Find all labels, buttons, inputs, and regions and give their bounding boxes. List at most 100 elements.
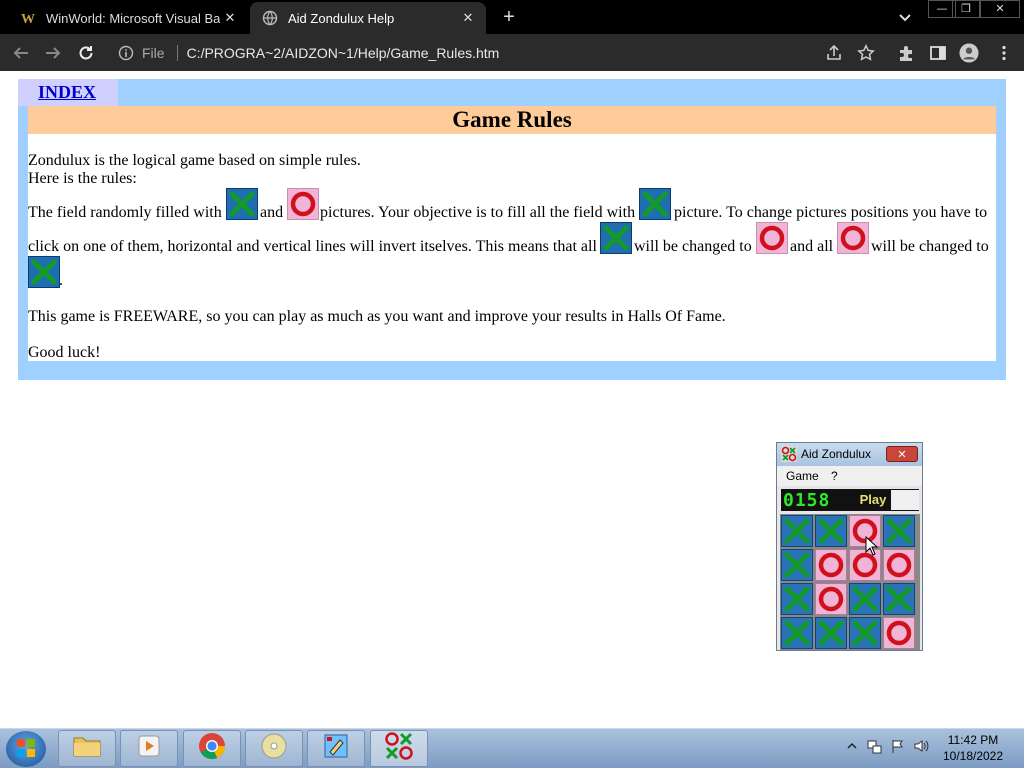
o-icon [818,552,844,578]
taskbar-chrome[interactable] [183,730,241,767]
forward-icon[interactable] [42,42,64,64]
board-cell-x[interactable] [849,583,881,615]
back-icon[interactable] [10,42,32,64]
o-icon [886,620,912,646]
board-cell-x[interactable] [849,617,881,649]
disc-icon [260,732,288,765]
svg-text:W: W [21,12,35,26]
close-window-button[interactable]: ✕ [980,0,1020,18]
address-bar[interactable]: File C:/PROGRA~2/AIDZON~1/Help/Game_Rule… [108,38,848,67]
tab-close-icon[interactable]: ✕ [458,10,478,26]
board-cell-x[interactable] [815,515,847,547]
tab-aid-zondulux-help[interactable]: Aid Zondulux Help ✕ [250,2,486,34]
rules-text: and [260,204,284,221]
winworld-favicon-icon: W [20,10,36,26]
mouse-cursor-icon [865,535,879,561]
good-luck-text: Good luck! [28,344,101,361]
share-icon[interactable] [824,43,844,63]
info-icon[interactable] [118,45,134,61]
page-title: Game Rules [28,106,996,134]
browser-toolbar: File C:/PROGRA~2/AIDZON~1/Help/Game_Rule… [0,34,1024,71]
game-menubar: Game ? [777,466,922,486]
show-hidden-icons-icon[interactable] [845,739,859,753]
x-icon [784,620,810,646]
rules-text: pictures. Your objective is to fill all … [320,204,636,221]
tab-title: WinWorld: Microsoft Visual Basic [46,10,220,26]
taskbar-media-player[interactable] [120,730,178,767]
tab-winworld[interactable]: W WinWorld: Microsoft Visual Basic ✕ [8,2,248,34]
profile-avatar-icon[interactable] [959,43,979,63]
zondulux-app-icon [781,446,797,462]
menu-help[interactable]: ? [831,469,838,483]
rules-heading: Here is the rules: [28,170,137,187]
clock-date: 10/18/2022 [942,749,1004,763]
x-icon [818,518,844,544]
board-cell-x[interactable] [883,515,915,547]
tab-close-icon[interactable]: ✕ [220,10,240,26]
divider [176,44,178,61]
timer-display: 0158 [783,490,831,511]
taskbar-clock[interactable]: 11:42 PM 10/18/2022 [940,732,1006,764]
x-icon [852,586,878,612]
board-cell-x[interactable] [883,583,915,615]
start-button[interactable] [6,731,46,767]
x-icon [784,586,810,612]
status-blank [891,490,919,510]
board-cell-x[interactable] [781,549,813,581]
extensions-icon[interactable] [896,43,916,63]
x-icon [886,518,912,544]
folder-icon [72,733,102,764]
board-cell-o[interactable] [883,549,915,581]
new-tab-button[interactable]: + [498,6,520,28]
zondulux-icon [384,731,414,766]
board-cell-x[interactable] [781,583,813,615]
volume-icon[interactable] [914,739,929,753]
x-icon [784,518,810,544]
x-icon [886,586,912,612]
board-cell-o[interactable] [815,583,847,615]
taskbar: 11:42 PM 10/18/2022 [0,728,1024,768]
board-cell-x[interactable] [781,617,813,649]
x-icon [852,620,878,646]
side-panel-icon[interactable] [928,43,948,63]
menu-kebab-icon[interactable] [994,43,1014,63]
play-button[interactable]: Play [857,490,889,510]
board-cell-o[interactable] [815,549,847,581]
tab-strip: W WinWorld: Microsoft Visual Basic ✕ Aid… [0,0,1024,34]
globe-icon [262,10,278,26]
clock-time: 11:42 PM [947,733,999,747]
game-titlebar[interactable]: Aid Zondulux ✕ [777,443,922,466]
rules-text: picture. To change pictures positions yo… [674,204,988,221]
o-tile-icon [837,222,869,254]
reload-icon[interactable] [75,42,97,64]
menu-game[interactable]: Game [786,469,819,483]
taskbar-zondulux[interactable] [370,730,428,767]
taskbar-disc[interactable] [245,730,303,767]
network-icon[interactable] [867,739,882,754]
action-center-flag-icon[interactable] [891,739,905,753]
board-cell-x[interactable] [815,617,847,649]
rules-text: and all [790,238,834,255]
game-window: Aid Zondulux ✕ Game ? 0158 Play [776,442,923,651]
chevron-down-icon[interactable] [896,8,914,26]
tab-title: Aid Zondulux Help [288,10,395,26]
restore-button[interactable]: ❐ [952,0,980,18]
o-tile-icon [756,222,788,254]
rules-text: click on one of them, horizontal and ver… [28,238,597,255]
game-board [780,514,920,650]
taskbar-paint[interactable] [307,730,365,767]
rules-text: will be changed to [634,238,752,255]
star-icon[interactable] [856,43,876,63]
game-close-button[interactable]: ✕ [886,446,918,462]
url-text[interactable]: C:/PROGRA~2/AIDZON~1/Help/Game_Rules.htm [187,45,500,61]
index-link[interactable]: INDEX [38,82,96,103]
rules-text: . [59,272,63,289]
rules-text: will be changed to [871,238,989,255]
board-cell-o[interactable] [883,617,915,649]
intro-line: Zondulux is the logical game based on si… [28,152,361,169]
paint-icon [322,732,350,765]
taskbar-file-explorer[interactable] [58,730,116,767]
chrome-icon [198,732,226,765]
x-icon [818,620,844,646]
board-cell-x[interactable] [781,515,813,547]
